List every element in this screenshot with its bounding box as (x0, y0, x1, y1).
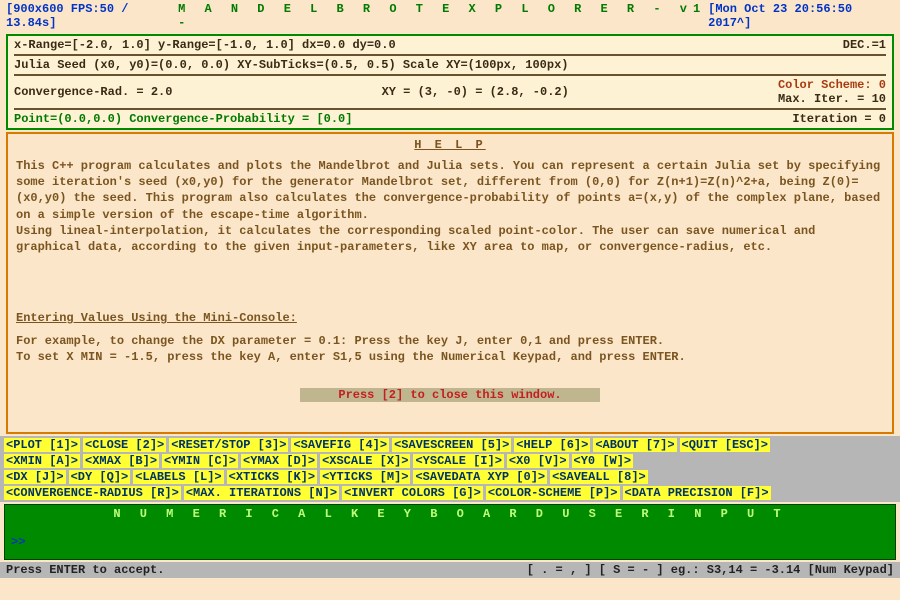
app-title: M A N D E L B R O T E X P L O R E R - v1… (178, 2, 708, 30)
help-close-hint: Press [2] to close this window. (300, 388, 600, 402)
cmd-button[interactable]: <DATA PRECISION [F]> (623, 486, 771, 500)
cmd-button[interactable]: <X0 [V]> (507, 454, 569, 468)
help-title: H E L P (16, 138, 884, 152)
help-body-2: Using lineal-interpolation, it calculate… (16, 223, 884, 255)
cmd-button[interactable]: <SAVESCREEN [5]> (392, 438, 511, 452)
convergence-radius: Convergence-Rad. = 2.0 (14, 85, 172, 99)
help-panel: H E L P This C++ program calculates and … (6, 132, 894, 434)
fps-info: [900x600 FPS:50 / 13.84s] (6, 2, 178, 30)
cmd-button[interactable]: <DX [J]> (4, 470, 66, 484)
status-bar: Press ENTER to accept. [ . = , ] [ S = -… (0, 562, 900, 578)
cmd-button[interactable]: <XMIN [A]> (4, 454, 80, 468)
cmd-button[interactable]: <ABOUT [7]> (593, 438, 676, 452)
info-panel: x-Range=[-2.0, 1.0] y-Range=[-1.0, 1.0] … (6, 34, 894, 130)
cmd-button[interactable]: <INVERT COLORS [G]> (342, 486, 483, 500)
cmd-button[interactable]: <PLOT [1]> (4, 438, 80, 452)
julia-seed-info: Julia Seed (x0, y0)=(0.0, 0.0) XY-SubTic… (14, 58, 886, 72)
command-bar: <PLOT [1]><CLOSE [2]><RESET/STOP [3]><SA… (0, 436, 900, 502)
cmd-button[interactable]: <SAVEDATA XYP [0]> (413, 470, 547, 484)
color-scheme: Color Scheme: 0 (778, 78, 886, 92)
help-example-1: For example, to change the DX parameter … (16, 333, 884, 349)
cmd-button[interactable]: <YMAX [D]> (241, 454, 317, 468)
cmd-button[interactable]: <RESET/STOP [3]> (169, 438, 288, 452)
title-bar: [900x600 FPS:50 / 13.84s] M A N D E L B … (0, 0, 900, 32)
max-iter: Max. Iter. = 10 (778, 92, 886, 106)
cmd-button[interactable]: <SAVEALL [8]> (550, 470, 648, 484)
help-subtitle: Entering Values Using the Mini-Console: (16, 311, 884, 325)
cmd-button[interactable]: <COLOR-SCHEME [P]> (486, 486, 620, 500)
dec-info: DEC.=1 (843, 38, 886, 52)
cmd-button[interactable]: <SAVEFIG [4]> (291, 438, 389, 452)
cmd-button[interactable]: <CLOSE [2]> (83, 438, 166, 452)
cmd-button[interactable]: <YMIN [C]> (162, 454, 238, 468)
cmd-button[interactable]: <Y0 [W]> (572, 454, 634, 468)
iteration-count: Iteration = 0 (792, 112, 886, 126)
status-right: [ . = , ] [ S = - ] eg.: S3,14 = -3.14 [… (527, 563, 894, 577)
help-body-1: This C++ program calculates and plots th… (16, 158, 884, 223)
cmd-button[interactable]: <DY [Q]> (69, 470, 131, 484)
cmd-button[interactable]: <XMAX [B]> (83, 454, 159, 468)
cmd-button[interactable]: <XTICKS [K]> (227, 470, 317, 484)
cmd-button[interactable]: <CONVERGENCE-RADIUS [R]> (4, 486, 181, 500)
num-keyboard-panel: N U M E R I C A L K E Y B O A R D U S E … (4, 504, 896, 560)
cmd-button[interactable]: <XSCALE [X]> (320, 454, 410, 468)
num-keyboard-title: N U M E R I C A L K E Y B O A R D U S E … (7, 507, 893, 521)
cmd-button[interactable]: <MAX. ITERATIONS [N]> (184, 486, 339, 500)
status-left: Press ENTER to accept. (6, 563, 164, 577)
num-keyboard-input[interactable] (11, 535, 879, 549)
point-info: Point=(0.0,0.0) Convergence-Probability … (14, 112, 352, 126)
cmd-button[interactable]: <LABELS [L]> (133, 470, 223, 484)
cmd-button[interactable]: <HELP [6]> (514, 438, 590, 452)
cmd-button[interactable]: <YSCALE [I]> (413, 454, 503, 468)
cmd-button[interactable]: <QUIT [ESC]> (680, 438, 770, 452)
datetime: [Mon Oct 23 20:56:50 2017^] (708, 2, 894, 30)
xy-coords: XY = (3, -0) = (2.8, -0.2) (382, 85, 569, 99)
range-info: x-Range=[-2.0, 1.0] y-Range=[-1.0, 1.0] … (14, 38, 396, 52)
cmd-button[interactable]: <YTICKS [M]> (320, 470, 410, 484)
help-example-2: To set X MIN = -1.5, press the key A, en… (16, 349, 884, 365)
